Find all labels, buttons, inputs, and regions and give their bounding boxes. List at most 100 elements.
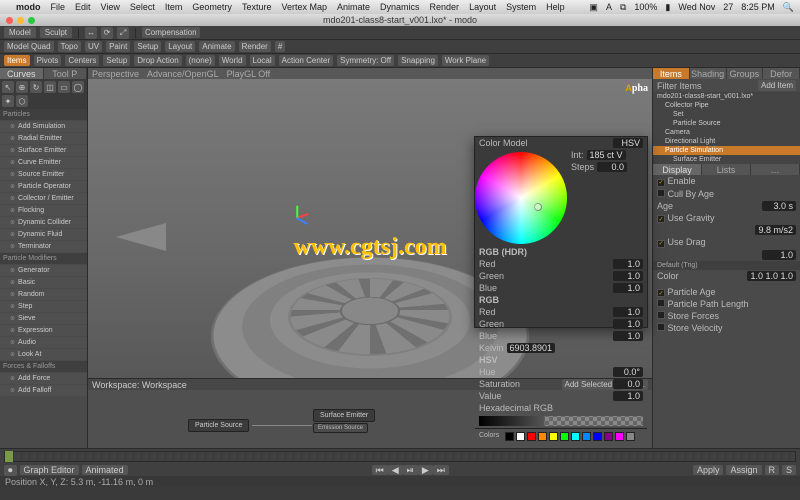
menu-render[interactable]: Render [430, 2, 460, 12]
tool-icon-6[interactable]: ✦ [2, 95, 14, 107]
tool-icon-7[interactable]: ⬡ [16, 95, 28, 107]
menu-texture[interactable]: Texture [242, 2, 272, 12]
cb-Enable[interactable]: ✓ [657, 179, 665, 187]
cb-Particle Age[interactable]: ✓ [657, 289, 665, 297]
rgbhdr-red[interactable]: 1.0 [613, 259, 643, 269]
swatch-11[interactable] [626, 432, 635, 441]
transform-gizmo[interactable] [297, 217, 321, 241]
playback-2[interactable]: ⏯ [403, 465, 418, 475]
particle-collector-emitter[interactable]: ⊕Collector / Emitter [0, 193, 87, 204]
mode-model[interactable]: Model [4, 27, 36, 38]
mod-random[interactable]: ⊕Random [0, 289, 87, 300]
node-port-emission[interactable]: Emission Source [313, 423, 368, 433]
mod-audio[interactable]: ⊕Audio [0, 337, 87, 348]
items-tab-defor[interactable]: Defor [763, 68, 800, 79]
menu-vertexmap[interactable]: Vertex Map [281, 2, 327, 12]
menu-system[interactable]: System [506, 2, 536, 12]
vp-playgl[interactable]: PlayGL Off [227, 69, 271, 79]
force-add-force[interactable]: ⊕Add Force [0, 373, 87, 384]
particle-curve-emitter[interactable]: ⊕Curve Emitter [0, 157, 87, 168]
particle-surface-emitter[interactable]: ⊕Surface Emitter [0, 145, 87, 156]
item-surface-emitter[interactable]: Surface Emitter [653, 155, 800, 164]
scale-tool-icon[interactable]: ⤢ [117, 27, 129, 39]
tool-icon-4[interactable]: ▭ [58, 81, 70, 93]
menu-help[interactable]: Help [546, 2, 565, 12]
tool-icon-5[interactable]: ◯ [72, 81, 84, 93]
app-name[interactable]: modo [16, 2, 41, 12]
item-particle-source[interactable]: Particle Source [653, 119, 800, 128]
particle-dynamic-collider[interactable]: ⊕Dynamic Collider [0, 217, 87, 228]
mod-sieve[interactable]: ⊕Sieve [0, 313, 87, 324]
swatch-1[interactable] [516, 432, 525, 441]
layout-tab-layout[interactable]: Layout [165, 41, 195, 52]
tool-icon-1[interactable]: ⊕ [16, 81, 28, 93]
graph-editor-button[interactable]: Graph Editor [20, 465, 79, 475]
cb-Particle Path Length[interactable] [657, 299, 665, 307]
rgb-red[interactable]: 1.0 [613, 307, 643, 317]
cp-int[interactable]: 185 ct V [587, 150, 626, 160]
mod-generator[interactable]: ⊕Generator [0, 265, 87, 276]
tool-icon-3[interactable]: ◫ [44, 81, 56, 93]
cp-model[interactable]: HSV [613, 138, 643, 148]
node-edge[interactable] [252, 425, 312, 426]
particle-add-simulation[interactable]: ⊕Add Simulation [0, 121, 87, 132]
adobe-icon[interactable]: A [606, 2, 612, 12]
mode-action-center[interactable]: Action Center [279, 55, 333, 66]
key-toggle[interactable]: ⏺ [4, 465, 17, 476]
force-add-falloff[interactable]: ⊕Add Falloff [0, 385, 87, 396]
cb-Use Gravity[interactable]: ✓ [657, 215, 665, 223]
menu-layout[interactable]: Layout [469, 2, 496, 12]
swatch-4[interactable] [549, 432, 558, 441]
tool-icon-0[interactable]: ↖ [2, 81, 14, 93]
swatch-3[interactable] [538, 432, 547, 441]
rgb-blue[interactable]: 1.0 [613, 331, 643, 341]
swatch-2[interactable] [527, 432, 536, 441]
mode-pivots[interactable]: Pivots [34, 55, 62, 66]
minimize-icon[interactable] [17, 17, 24, 24]
left-tab-toolp[interactable]: Tool P [44, 68, 88, 79]
particle-source-emitter[interactable]: ⊕Source Emitter [0, 169, 87, 180]
particle-dynamic-fluid[interactable]: ⊕Dynamic Fluid [0, 229, 87, 240]
left-tab-curves[interactable]: Curves [0, 68, 44, 79]
mode-local[interactable]: Local [250, 55, 275, 66]
mod-basic[interactable]: ⊕Basic [0, 277, 87, 288]
vp-shading[interactable]: Advance/OpenGL [147, 69, 219, 79]
menu-animate[interactable]: Animate [337, 2, 370, 12]
particle-particle-operator[interactable]: ⊕Particle Operator [0, 181, 87, 192]
swatch-7[interactable] [582, 432, 591, 441]
items-filter[interactable]: Filter Items [657, 81, 702, 91]
playback-1[interactable]: ◀ [388, 465, 403, 475]
item-directional-light[interactable]: Directional Light [653, 137, 800, 146]
close-icon[interactable] [6, 17, 13, 24]
mod-step[interactable]: ⊕Step [0, 301, 87, 312]
hsv-saturation[interactable]: 0.0 [613, 379, 643, 389]
menu-geometry[interactable]: Geometry [192, 2, 232, 12]
items-tab-shading[interactable]: Shading [690, 68, 727, 79]
dropbox-icon[interactable]: ⧉ [620, 2, 626, 13]
color-wheel[interactable] [475, 152, 567, 244]
schematic-workspace[interactable]: Workspace: Workspace [92, 380, 187, 390]
swatch-10[interactable] [615, 432, 624, 441]
spotlight-icon[interactable]: 🔍 [783, 2, 794, 13]
swatch-9[interactable] [604, 432, 613, 441]
hsv-value[interactable]: 1.0 [613, 391, 643, 401]
assign-button[interactable]: Assign [726, 465, 761, 475]
layout-tab-render[interactable]: Render [239, 41, 271, 52]
prop-tab-display[interactable]: Display [653, 164, 702, 175]
cp-kelvin[interactable]: 6903.8901 [507, 343, 556, 353]
color-picker-popup[interactable]: Color ModelHSV Int:185 ct V Steps0.0 RGB… [474, 136, 648, 328]
mode-centers[interactable]: Centers [65, 55, 99, 66]
particle-flocking[interactable]: ⊕Flocking [0, 205, 87, 216]
animated-toggle[interactable]: Animated [82, 465, 128, 475]
menu-dynamics[interactable]: Dynamics [380, 2, 420, 12]
swatch-8[interactable] [593, 432, 602, 441]
prop-tab-more[interactable]: … [751, 164, 800, 175]
particle-radial-emitter[interactable]: ⊕Radial Emitter [0, 133, 87, 144]
r-button[interactable]: R [765, 465, 780, 475]
mode-setup[interactable]: Setup [103, 55, 130, 66]
item-collector-pipe[interactable]: Collector Pipe [653, 101, 800, 110]
swatch-5[interactable] [560, 432, 569, 441]
menu-view[interactable]: View [101, 2, 120, 12]
swatch-6[interactable] [571, 432, 580, 441]
particle-terminator[interactable]: ⊕Terminator [0, 241, 87, 252]
